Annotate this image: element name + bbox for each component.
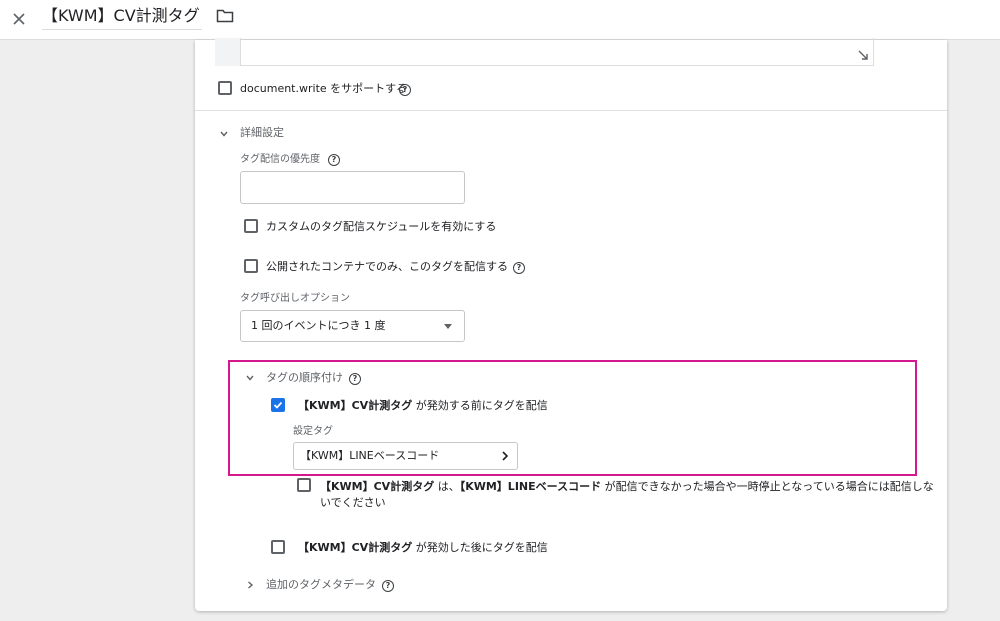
tag-settings-panel: document.write をサポートする ? 詳細設定 タグ配信の優先度 ?… bbox=[195, 38, 947, 611]
tag-metadata-toggle[interactable]: 追加のタグメタデータ bbox=[266, 578, 376, 592]
help-icon[interactable]: ? bbox=[399, 84, 411, 96]
resize-handle-icon[interactable] bbox=[857, 49, 869, 61]
help-icon[interactable]: ? bbox=[513, 262, 525, 274]
document-write-label: document.write をサポートする bbox=[240, 82, 408, 95]
custom-schedule-label: カスタムのタグ配信スケジュールを有効にする bbox=[266, 220, 497, 233]
close-icon bbox=[13, 13, 25, 25]
help-icon[interactable]: ? bbox=[382, 580, 394, 592]
firing-option-value: 1 回のイベントにつき 1 度 bbox=[251, 319, 386, 332]
published-only-checkbox[interactable] bbox=[244, 259, 258, 273]
document-write-checkbox[interactable] bbox=[218, 81, 232, 95]
custom-schedule-checkbox[interactable] bbox=[244, 219, 258, 233]
divider bbox=[195, 110, 947, 111]
dont-fire-checkbox[interactable] bbox=[297, 478, 311, 492]
cleanup-tag-label: 【KWM】CV計測タグ が発効した後にタグを配信 bbox=[298, 541, 548, 554]
chevron-right-icon[interactable] bbox=[245, 580, 255, 590]
editor-header: 【KWM】CV計測タグ bbox=[0, 0, 1000, 40]
chevron-down-icon[interactable] bbox=[219, 129, 229, 139]
close-button[interactable] bbox=[4, 4, 34, 34]
tag-title-input[interactable]: 【KWM】CV計測タグ bbox=[42, 4, 202, 30]
help-icon[interactable]: ? bbox=[328, 154, 340, 166]
folder-icon bbox=[216, 9, 234, 23]
html-editor[interactable] bbox=[240, 38, 874, 66]
firing-option-select[interactable]: 1 回のイベントにつき 1 度 bbox=[240, 310, 465, 342]
priority-label: タグ配信の優先度 bbox=[240, 154, 320, 165]
folder-button[interactable] bbox=[213, 5, 237, 27]
dropdown-arrow-icon bbox=[444, 324, 452, 329]
firing-option-label: タグ呼び出しオプション bbox=[240, 293, 350, 304]
highlight-annotation bbox=[228, 360, 917, 476]
dont-fire-label: 【KWM】CV計測タグ は、【KWM】LINEベースコード が配信できなかった場… bbox=[320, 480, 934, 509]
priority-input[interactable] bbox=[240, 171, 465, 204]
cleanup-tag-checkbox[interactable] bbox=[271, 540, 285, 554]
html-editor-gutter bbox=[215, 38, 240, 66]
advanced-settings-toggle[interactable]: 詳細設定 bbox=[240, 126, 284, 140]
published-only-label: 公開されたコンテナでのみ、このタグを配信する bbox=[266, 260, 508, 273]
